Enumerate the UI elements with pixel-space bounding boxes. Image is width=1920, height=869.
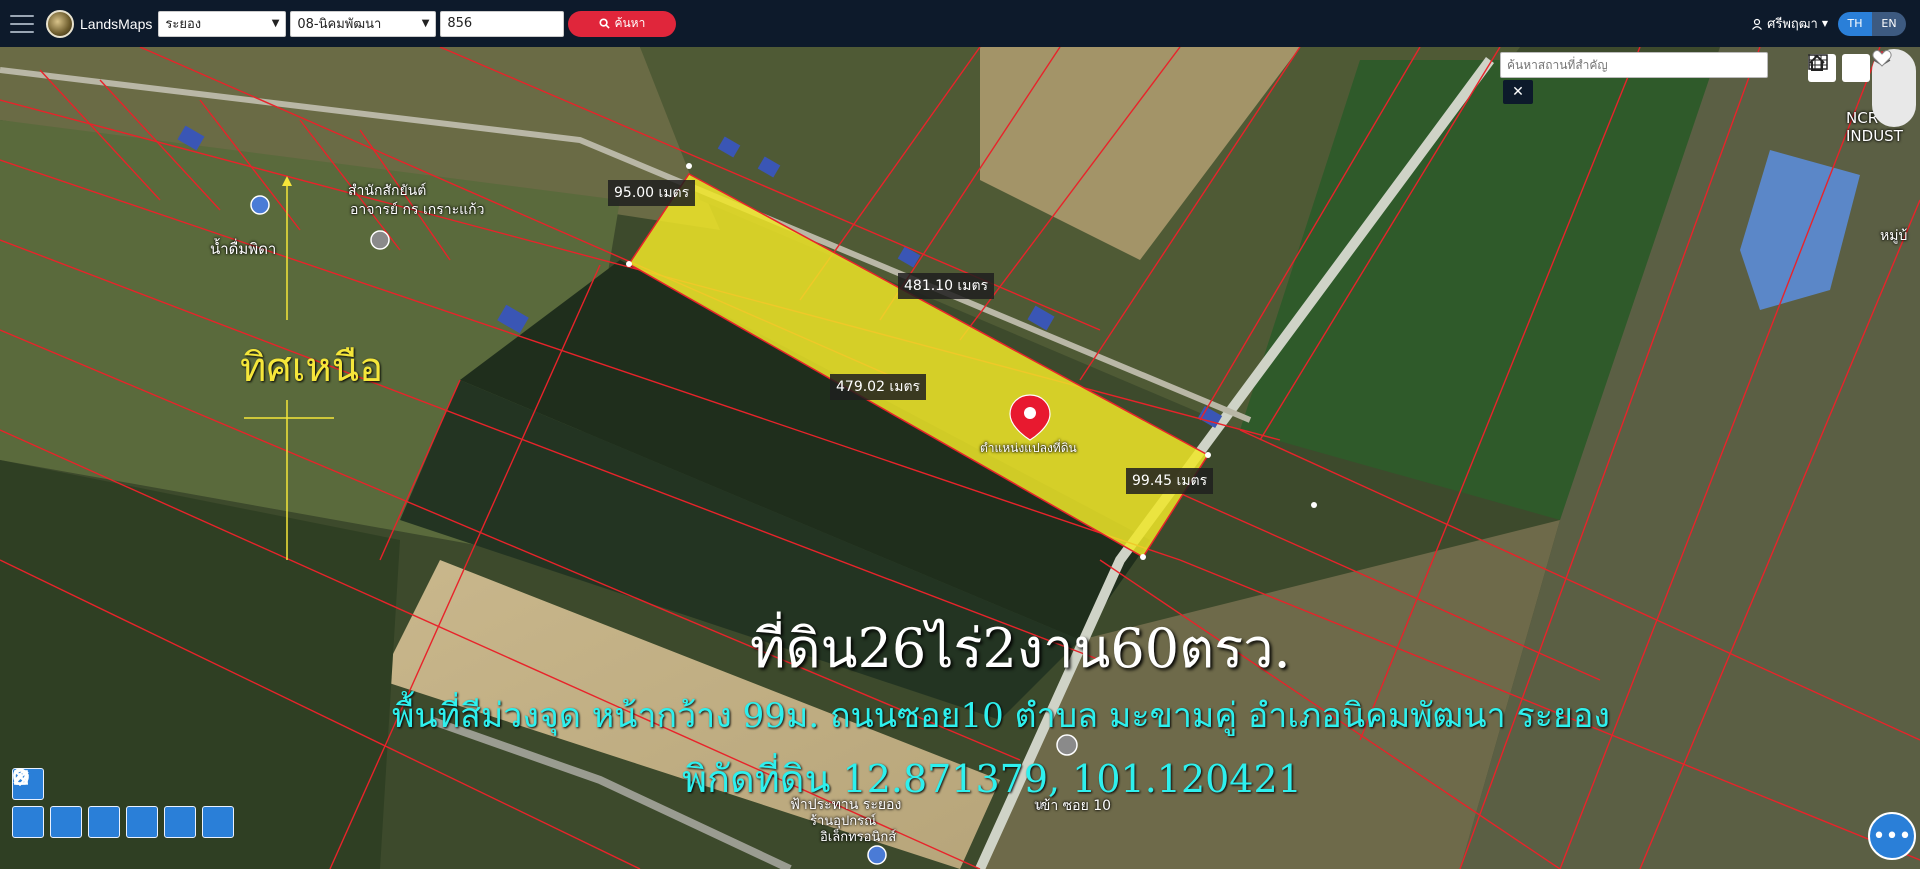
shop-marker (250, 195, 270, 215)
pea-marker (867, 845, 887, 865)
map-top-tools (1808, 54, 1870, 82)
water-shop-label: น้ำดื่มพิดา (210, 240, 277, 258)
chevron-down-icon: ▼ (271, 18, 280, 29)
circle-icon (13, 769, 29, 785)
parcel-number-input[interactable] (440, 10, 565, 37)
district-select[interactable]: 08-นิคมพัฒนา ▼ (290, 10, 437, 37)
province-select-value: ระยอง (165, 17, 202, 32)
measure-top: 95.00 เมตร (608, 180, 696, 206)
measure-tool-button[interactable] (12, 770, 44, 838)
landmark-search-input[interactable] (1500, 52, 1768, 78)
industrial-label-2: INDUST (1846, 127, 1903, 145)
drawing-toolbar (12, 768, 234, 844)
land-title: ที่ดิน26ไร่2งาน60ตรว. (750, 617, 1291, 680)
parcel-position-label: ตำแหน่งแปลงที่ดิน (980, 441, 1077, 455)
close-search-button[interactable]: ✕ (1503, 80, 1533, 104)
brand-name: LandsMaps (80, 15, 153, 32)
user-menu[interactable]: ศรีพฤฒา ▼ (1751, 13, 1828, 34)
village-label: หมู่บ้ (1880, 228, 1908, 244)
measure-east-side: 99.45 เมตร (1126, 468, 1214, 494)
hamburger-menu-icon[interactable] (10, 14, 34, 33)
land-subtitle: พื้นที่สีม่วงจุด หน้ากว้าง 99ม. ถนนซอย10… (392, 696, 1610, 736)
lang-th-button[interactable]: TH (1838, 11, 1872, 36)
province-select[interactable]: ระยอง ▼ (158, 10, 287, 37)
language-toggle: TH EN (1838, 11, 1906, 36)
lang-en-button[interactable]: EN (1872, 11, 1906, 36)
polyline-tool-button[interactable] (13, 771, 120, 838)
satellite-map[interactable]: ✕ สำนักสักยันต์ อาจารย์ กร เกราะแก้ว น้ำ… (0, 47, 1920, 869)
measure-south-side: 479.02 เมตร (830, 374, 927, 400)
polygon-tool-button[interactable] (13, 769, 158, 838)
chevron-down-icon: ▼ (1821, 19, 1828, 28)
heart-icon[interactable] (1872, 49, 1892, 67)
navbar-right: ศรีพฤฒา ▼ TH EN (1751, 0, 1906, 47)
top-navbar: LandsMaps ระยอง ▼ 08-นิคมพัฒนา ▼ ค้นหา ศ… (0, 0, 1920, 47)
ellipsis-icon: ••• (1872, 823, 1912, 849)
shrine-marker (370, 230, 390, 250)
search-button-label: ค้นหา (614, 16, 646, 30)
user-name: ศรีพฤฒา (1767, 17, 1818, 32)
circle-tool-button[interactable] (13, 769, 234, 838)
district-select-value: 08-นิคมพัฒนา (297, 17, 382, 32)
magnifier-icon (599, 18, 611, 29)
measure-north-side: 481.10 เมตร (898, 273, 995, 299)
chat-button[interactable]: ••• (1868, 812, 1916, 860)
shrine-label-2: อาจารย์ กร เกราะแก้ว (350, 202, 485, 218)
chevron-down-icon: ▼ (421, 18, 430, 29)
layer-pill (1872, 49, 1916, 127)
grid-button[interactable] (1808, 54, 1870, 82)
north-label: ทิศเหนือ (240, 345, 384, 391)
search-button[interactable]: ค้นหา (568, 10, 677, 37)
marker-tool-button[interactable] (13, 768, 82, 838)
pea-label-3: อิเล็กทรอนิกส์ (820, 830, 897, 845)
rectangle-tool-button[interactable] (14, 770, 196, 838)
map-canvas (0, 47, 1920, 869)
grid-icon (1808, 54, 1828, 70)
landsmaps-logo[interactable] (46, 9, 74, 38)
land-coordinates: พิกัดที่ดิน 12.871379, 101.120421 (682, 757, 1302, 801)
user-icon (1752, 18, 1763, 30)
